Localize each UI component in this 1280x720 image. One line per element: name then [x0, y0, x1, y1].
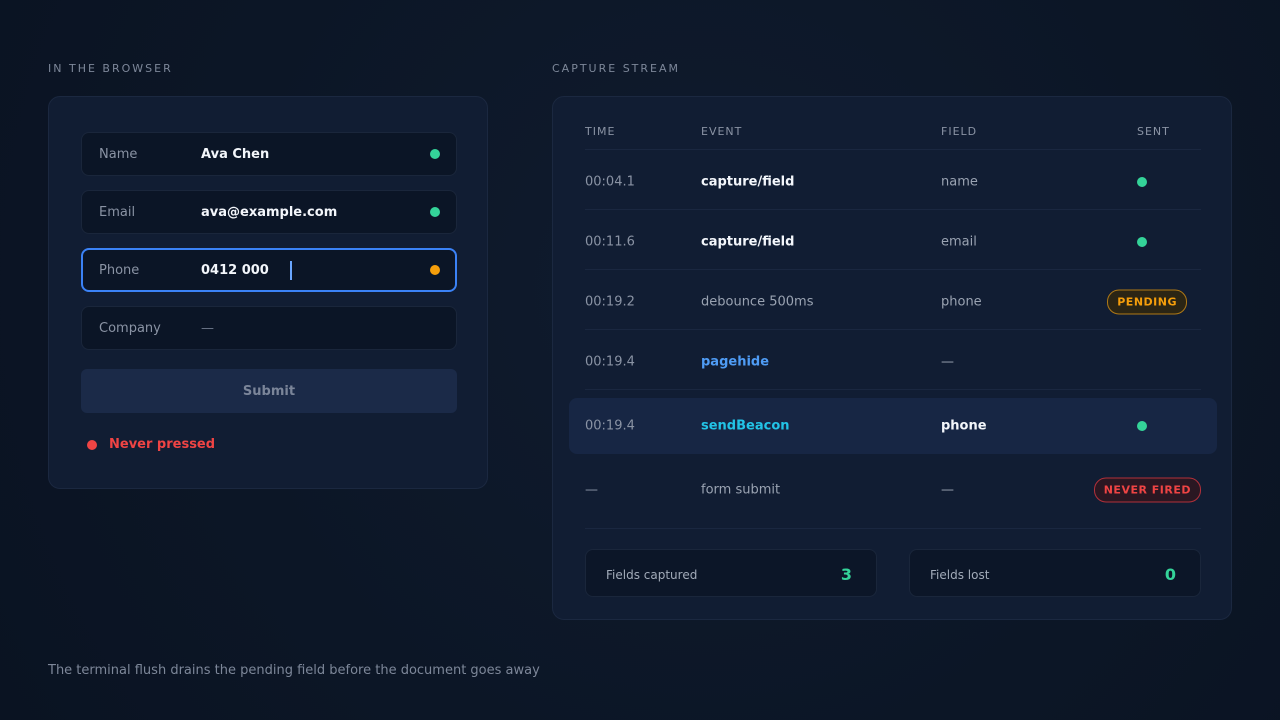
- stat-value: 3: [840, 565, 852, 584]
- name-field-label: Name: [99, 146, 138, 162]
- stream-section-label: CAPTURE STREAM: [552, 62, 681, 75]
- divider: [585, 329, 1201, 330]
- never-fired-badge: NEVER FIRED: [1093, 477, 1201, 503]
- row-time: 00:19.4: [585, 354, 635, 370]
- email-field[interactable]: Email ava@example.com: [81, 190, 457, 234]
- stat-label: Fields lost: [930, 568, 990, 582]
- sent-status-dot: [1137, 177, 1147, 187]
- row-event: pagehide: [701, 354, 770, 370]
- row-event: form submit: [701, 482, 781, 498]
- company-field[interactable]: Company —: [81, 306, 457, 350]
- divider: [585, 149, 1201, 150]
- email-field-value: ava@example.com: [201, 204, 338, 220]
- table-row: — form submit — NEVER FIRED: [569, 462, 1217, 518]
- browser-section-label: IN THE BROWSER: [48, 62, 173, 75]
- row-time: —: [585, 482, 598, 498]
- column-header-field: FIELD: [941, 125, 978, 138]
- column-header-event: EVENT: [701, 125, 743, 138]
- submit-status: Never pressed: [87, 437, 215, 452]
- row-time: 00:04.1: [585, 174, 635, 190]
- phone-field-value: 0412 000: [201, 262, 269, 278]
- row-event: sendBeacon: [701, 418, 790, 434]
- row-event: capture/field: [701, 174, 795, 190]
- name-field[interactable]: Name Ava Chen: [81, 132, 457, 176]
- divider: [585, 389, 1201, 390]
- submit-status-text: Never pressed: [109, 437, 216, 452]
- stat-label: Fields captured: [606, 568, 698, 582]
- divider: [585, 269, 1201, 270]
- divider: [585, 528, 1201, 529]
- error-status-dot: [87, 439, 97, 450]
- company-field-label: Company: [99, 320, 161, 336]
- row-field: email: [941, 234, 977, 250]
- row-field: phone: [941, 418, 987, 434]
- table-row: 00:11.6 capture/field email: [569, 214, 1217, 270]
- row-field: name: [941, 174, 978, 190]
- capture-stream-panel: TIME EVENT FIELD SENT 00:04.1 capture/fi…: [552, 96, 1232, 620]
- table-row: 00:04.1 capture/field name: [569, 154, 1217, 210]
- phone-field[interactable]: Phone 0412 000: [81, 248, 457, 292]
- table-row: 00:19.2 debounce 500ms phone PENDING: [569, 274, 1217, 330]
- fields-lost-stat: Fields lost 0: [909, 549, 1201, 597]
- divider: [585, 209, 1201, 210]
- sent-status-dot: [1137, 421, 1147, 431]
- pending-badge: PENDING: [1107, 289, 1187, 315]
- caption: The terminal flush drains the pending fi…: [48, 663, 540, 678]
- row-field: phone: [941, 294, 982, 310]
- row-time: 00:19.2: [585, 294, 635, 310]
- table-row: 00:19.4 pagehide —: [569, 334, 1217, 390]
- row-event: capture/field: [701, 234, 795, 250]
- table-row-highlighted: 00:19.4 sendBeacon phone: [569, 398, 1217, 454]
- row-field: —: [941, 482, 954, 498]
- row-time: 00:11.6: [585, 234, 635, 250]
- fields-captured-stat: Fields captured 3: [585, 549, 877, 597]
- submit-button[interactable]: Submit: [81, 369, 457, 413]
- browser-form-panel: Name Ava Chen Email ava@example.com Phon…: [48, 96, 488, 489]
- row-time: 00:19.4: [585, 418, 635, 434]
- stat-value: 0: [1164, 565, 1176, 584]
- row-event: debounce 500ms: [701, 294, 814, 310]
- phone-field-label: Phone: [99, 262, 140, 278]
- column-header-sent: SENT: [1137, 125, 1170, 138]
- name-field-value: Ava Chen: [201, 146, 270, 162]
- row-field: —: [941, 354, 954, 370]
- column-header-time: TIME: [585, 125, 616, 138]
- pending-status-dot: [430, 265, 440, 275]
- captured-status-dot: [430, 149, 440, 159]
- email-field-label: Email: [99, 204, 136, 220]
- company-field-value: —: [201, 320, 214, 336]
- captured-status-dot: [430, 207, 440, 217]
- text-caret: [290, 261, 292, 280]
- sent-status-dot: [1137, 237, 1147, 247]
